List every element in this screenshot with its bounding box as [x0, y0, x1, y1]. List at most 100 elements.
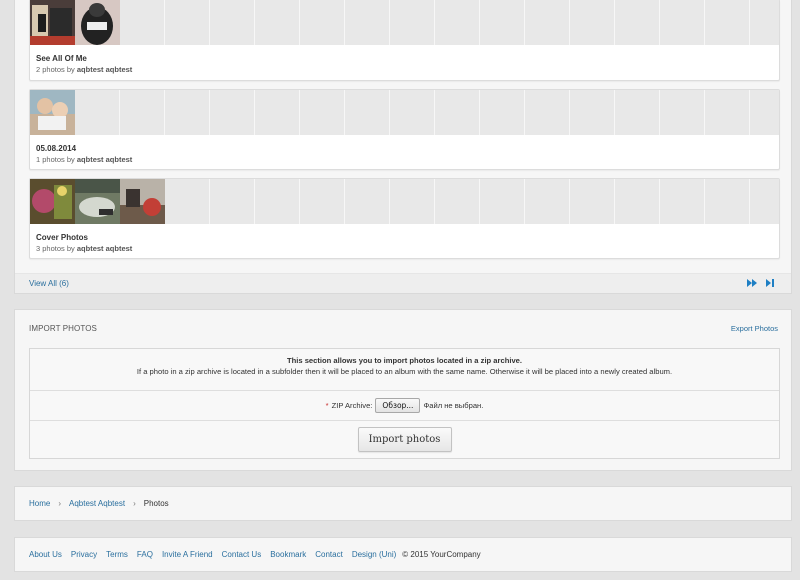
album-meta: 3 photos by aqbtest aqbtest: [36, 243, 773, 254]
album-empty-slot: [480, 0, 525, 45]
album-empty-slot: [120, 0, 165, 45]
album-empty-slot: [480, 179, 525, 224]
album-empty-slot: [705, 0, 750, 45]
album-info: Cover Photos 3 photos by aqbtest aqbtest: [30, 224, 779, 260]
album-photo-thumb[interactable]: [30, 179, 75, 224]
pager: [747, 278, 775, 290]
album-thumbnails: [30, 0, 779, 45]
album-owner-link[interactable]: aqbtest aqbtest: [77, 155, 132, 164]
album-empty-slot: [210, 179, 255, 224]
fast-forward-icon[interactable]: [747, 278, 758, 290]
footer-link-terms[interactable]: Terms: [106, 550, 128, 559]
album-empty-slot: [345, 179, 390, 224]
zip-archive-label: ZIP Archive:: [331, 401, 373, 410]
import-photos-button[interactable]: Import photos: [357, 427, 452, 452]
album-empty-slot: [300, 179, 345, 224]
album-empty-slot: [255, 0, 300, 45]
album-title[interactable]: Cover Photos: [36, 232, 773, 243]
album-empty-slot: [525, 179, 570, 224]
footer-link-about-us[interactable]: About Us: [29, 550, 62, 559]
album-photo-thumb[interactable]: [120, 179, 165, 224]
footer-link-design[interactable]: Design (Uni): [352, 550, 396, 559]
album-empty-slot: [435, 0, 480, 45]
footer-link-privacy[interactable]: Privacy: [71, 550, 97, 559]
album-thumbnails: [30, 179, 779, 224]
album-empty-slot: [660, 90, 705, 135]
copyright: © 2015 YourCompany: [402, 550, 481, 559]
album-card[interactable]: See All Of Me 2 photos by aqbtest aqbtes…: [29, 0, 780, 81]
album-empty-slot: [750, 179, 779, 224]
import-panel-title: IMPORT PHOTOS: [29, 324, 97, 333]
import-submit-row: Import photos: [30, 421, 779, 458]
album-empty-slot: [75, 90, 120, 135]
album-empty-slot: [210, 90, 255, 135]
footer-link-faq[interactable]: FAQ: [137, 550, 153, 559]
import-description: This section allows you to import photos…: [30, 349, 779, 391]
album-photo-thumb[interactable]: [75, 0, 120, 45]
footer-link-bookmark[interactable]: Bookmark: [270, 550, 306, 559]
album-empty-slot: [570, 90, 615, 135]
file-status-text: Файл не выбран.: [423, 401, 484, 410]
album-empty-slot: [165, 90, 210, 135]
album-empty-slot: [435, 90, 480, 135]
album-empty-slot: [255, 179, 300, 224]
album-empty-slot: [480, 90, 525, 135]
album-empty-slot: [660, 179, 705, 224]
album-meta: 1 photos by aqbtest aqbtest: [36, 154, 773, 165]
album-empty-slot: [615, 179, 660, 224]
breadcrumb: Home › Aqbtest Aqbtest › Photos: [14, 486, 792, 521]
album-owner-link[interactable]: aqbtest aqbtest: [77, 65, 132, 74]
album-empty-slot: [570, 0, 615, 45]
album-owner-link[interactable]: aqbtest aqbtest: [77, 244, 132, 253]
export-photos-link[interactable]: Export Photos: [731, 324, 778, 333]
albums-panel-footer: View All (6): [15, 273, 791, 293]
album-empty-slot: [210, 0, 255, 45]
import-photos-panel: IMPORT PHOTOS Export Photos This section…: [14, 309, 792, 471]
album-empty-slot: [615, 90, 660, 135]
album-empty-slot: [660, 0, 705, 45]
breadcrumb-separator: ›: [58, 499, 62, 508]
breadcrumb-home[interactable]: Home: [29, 499, 50, 508]
album-info: See All Of Me 2 photos by aqbtest aqbtes…: [30, 45, 779, 81]
album-title[interactable]: 05.08.2014: [36, 143, 773, 154]
album-meta: 2 photos by aqbtest aqbtest: [36, 64, 773, 75]
album-card[interactable]: 05.08.2014 1 photos by aqbtest aqbtest: [29, 89, 780, 170]
footer-link-contact-us[interactable]: Contact Us: [222, 550, 262, 559]
album-empty-slot: [345, 0, 390, 45]
zip-archive-row: * ZIP Archive: Обзор... Файл не выбран.: [30, 391, 779, 421]
album-empty-slot: [120, 90, 165, 135]
breadcrumb-user[interactable]: Aqbtest Aqbtest: [69, 499, 125, 508]
album-empty-slot: [345, 90, 390, 135]
footer-link-contact[interactable]: Contact: [315, 550, 343, 559]
album-empty-slot: [705, 90, 750, 135]
album-empty-slot: [300, 0, 345, 45]
album-photo-count: 1 photos by: [36, 155, 75, 164]
album-photo-count: 3 photos by: [36, 244, 75, 253]
import-description-heading: This section allows you to import photos…: [286, 356, 523, 365]
album-card[interactable]: Cover Photos 3 photos by aqbtest aqbtest: [29, 178, 780, 259]
album-empty-slot: [165, 0, 210, 45]
view-all-link[interactable]: View All (6): [29, 279, 69, 288]
album-empty-slot: [750, 0, 779, 45]
album-title[interactable]: See All Of Me: [36, 53, 773, 64]
album-empty-slot: [525, 90, 570, 135]
album-photo-thumb[interactable]: [30, 90, 75, 135]
browse-file-button[interactable]: Обзор...: [375, 398, 421, 413]
import-description-text: If a photo in a zip archive is located i…: [136, 367, 673, 376]
album-empty-slot: [435, 179, 480, 224]
album-info: 05.08.2014 1 photos by aqbtest aqbtest: [30, 135, 779, 171]
site-footer: About Us Privacy Terms FAQ Invite A Frie…: [14, 537, 792, 572]
albums-panel: See All Of Me 2 photos by aqbtest aqbtes…: [14, 0, 792, 294]
album-empty-slot: [165, 179, 210, 224]
album-empty-slot: [390, 179, 435, 224]
import-form: This section allows you to import photos…: [29, 348, 780, 459]
album-empty-slot: [390, 90, 435, 135]
album-empty-slot: [615, 0, 660, 45]
breadcrumb-separator: ›: [133, 499, 136, 508]
album-photo-thumb[interactable]: [30, 0, 75, 45]
album-photo-thumb[interactable]: [75, 179, 120, 224]
footer-link-invite-friend[interactable]: Invite A Friend: [162, 550, 213, 559]
album-thumbnails: [30, 90, 779, 135]
skip-to-end-icon[interactable]: [766, 278, 775, 290]
album-empty-slot: [255, 90, 300, 135]
